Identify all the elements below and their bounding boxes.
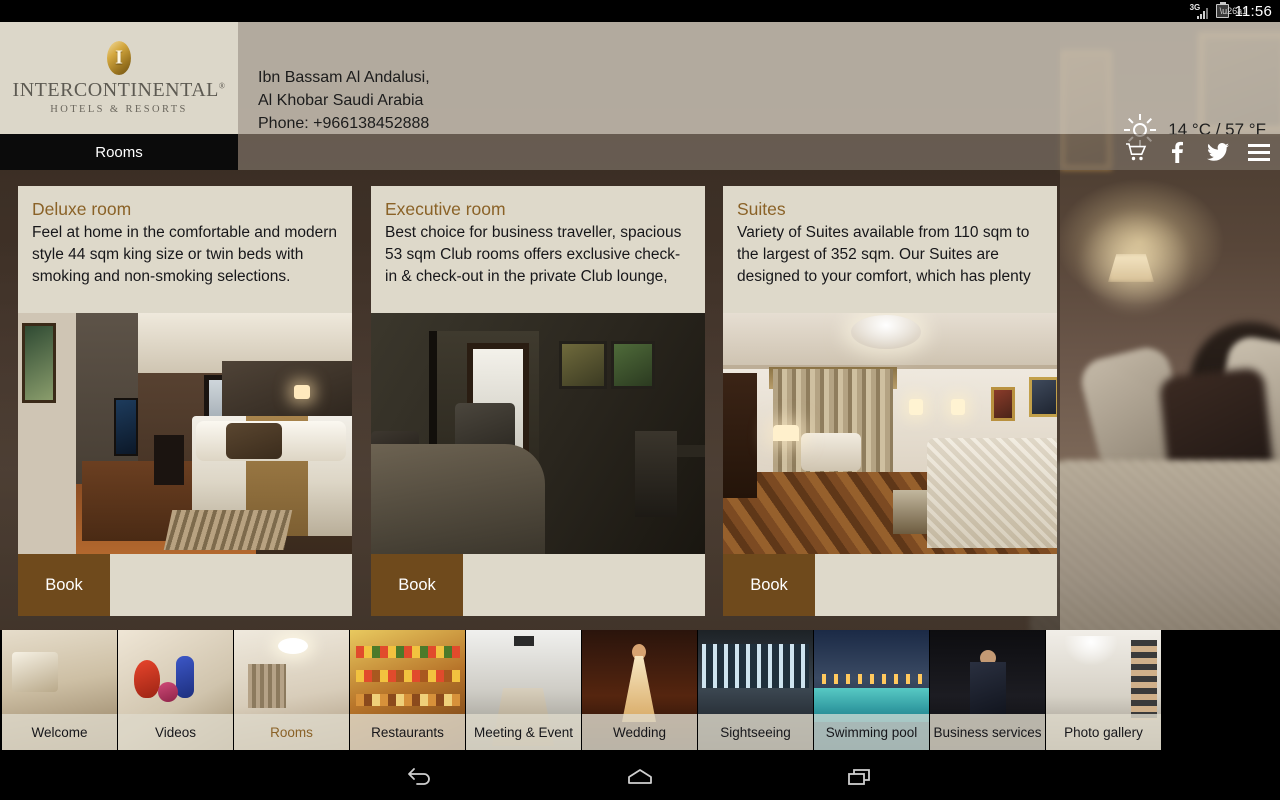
- signal-bars-icon: 3G: [1190, 3, 1210, 19]
- android-navigation-bar: [0, 754, 1280, 800]
- cart-icon[interactable]: [1125, 141, 1147, 163]
- thumbnail-welcome[interactable]: Welcome: [2, 630, 117, 750]
- room-card-action-filler: [815, 554, 1057, 616]
- charging-bolt-glyph: \u26a1: [1219, 6, 1248, 16]
- section-thumbnail-strip: Welcome Videos Rooms Restaurants Meeting…: [0, 630, 1280, 754]
- intercontinental-leaf-icon: [106, 41, 132, 75]
- hotel-address: Ibn Bassam Al Andalusi, Al Khobar Saudi …: [258, 66, 430, 135]
- thumbnail-label: Photo gallery: [1046, 714, 1161, 750]
- room-card-title: Deluxe room: [32, 199, 132, 219]
- address-line-2: Al Khobar Saudi Arabia: [258, 92, 424, 109]
- thumbnail-sightseeing[interactable]: Sightseeing: [698, 630, 813, 750]
- room-card-title: Executive room: [385, 199, 506, 219]
- room-card-title: Suites: [737, 199, 786, 219]
- brand-logo[interactable]: INTERCONTINENTAL® HOTELS & RESORTS: [0, 22, 238, 134]
- thumbnail-label: Business services: [930, 714, 1045, 750]
- room-card-description: Best choice for business traveller, spac…: [385, 224, 682, 285]
- room-card-text: Deluxe room Feel at home in the comforta…: [18, 186, 352, 313]
- room-card-actions: Book: [723, 554, 1057, 616]
- deluxe-room-photo[interactable]: [18, 313, 352, 554]
- nav-tab-label: Rooms: [95, 143, 143, 161]
- thumbnail-wedding[interactable]: Wedding: [582, 630, 697, 750]
- thumbnail-label: Wedding: [582, 714, 697, 750]
- room-card[interactable]: Executive room Best choice for business …: [371, 186, 705, 616]
- brand-tagline: HOTELS & RESORTS: [50, 104, 188, 115]
- thumbnail-label: Meeting & Event: [466, 714, 581, 750]
- room-card-actions: Book: [18, 554, 352, 616]
- address-line-1: Ibn Bassam Al Andalusi,: [258, 69, 430, 86]
- thumbnail-business-services[interactable]: Business services: [930, 630, 1045, 750]
- twitter-icon[interactable]: [1207, 141, 1229, 163]
- thumbnail-videos[interactable]: Videos: [118, 630, 233, 750]
- book-button[interactable]: Book: [18, 554, 110, 616]
- room-card-list: Deluxe room Feel at home in the comforta…: [0, 186, 1280, 616]
- facebook-icon[interactable]: [1166, 141, 1188, 163]
- thumbnail-label: Welcome: [2, 714, 117, 750]
- android-status-bar: 3G \u26a1 11:56: [0, 0, 1280, 22]
- home-button[interactable]: [619, 762, 661, 792]
- recents-button[interactable]: [839, 762, 881, 792]
- room-card-actions: Book: [371, 554, 705, 616]
- thumbnail-swimming-pool[interactable]: Swimming pool: [814, 630, 929, 750]
- room-card-text: Suites Variety of Suites available from …: [723, 186, 1057, 313]
- thumbnail-restaurants[interactable]: Restaurants: [350, 630, 465, 750]
- thumbnail-label: Sightseeing: [698, 714, 813, 750]
- battery-charging-icon: \u26a1: [1215, 2, 1247, 18]
- suites-photo[interactable]: [723, 313, 1057, 554]
- hotel-phone: Phone: +966138452888: [258, 115, 430, 132]
- book-button[interactable]: Book: [723, 554, 815, 616]
- thumbnail-photo-gallery[interactable]: Photo gallery: [1046, 630, 1161, 750]
- book-button[interactable]: Book: [371, 554, 463, 616]
- thumbnail-label: Swimming pool: [814, 714, 929, 750]
- room-card-description: Feel at home in the comfortable and mode…: [32, 224, 338, 285]
- room-card-action-filler: [110, 554, 352, 616]
- brand-name: INTERCONTINENTAL®: [12, 79, 226, 101]
- executive-room-photo[interactable]: [371, 313, 705, 554]
- thumbnail-label: Rooms: [234, 714, 349, 750]
- room-card-description: Variety of Suites available from 110 sqm…: [737, 224, 1031, 285]
- hamburger-menu-icon[interactable]: [1248, 141, 1270, 163]
- room-card[interactable]: Suites Variety of Suites available from …: [723, 186, 1057, 616]
- thumbnail-label: Restaurants: [350, 714, 465, 750]
- signal-strength-bars: [1196, 7, 1210, 19]
- thumbnail-rooms[interactable]: Rooms: [234, 630, 349, 750]
- room-card[interactable]: Deluxe room Feel at home in the comforta…: [18, 186, 352, 616]
- room-card-text: Executive room Best choice for business …: [371, 186, 705, 313]
- site-header: INTERCONTINENTAL® HOTELS & RESORTS Ibn B…: [0, 22, 1280, 146]
- nav-tab-rooms[interactable]: Rooms: [0, 134, 238, 170]
- room-card-action-filler: [463, 554, 705, 616]
- thumbnail-meeting-and-event[interactable]: Meeting & Event: [466, 630, 581, 750]
- site-navbar: Rooms: [0, 134, 1280, 170]
- back-button[interactable]: [399, 762, 441, 792]
- thumbnail-label: Videos: [118, 714, 233, 750]
- navbar-icon-group: [1125, 134, 1270, 170]
- app-screen: 3G \u26a1 11:56 INTERCONTINENTAL® HOTELS…: [0, 0, 1280, 800]
